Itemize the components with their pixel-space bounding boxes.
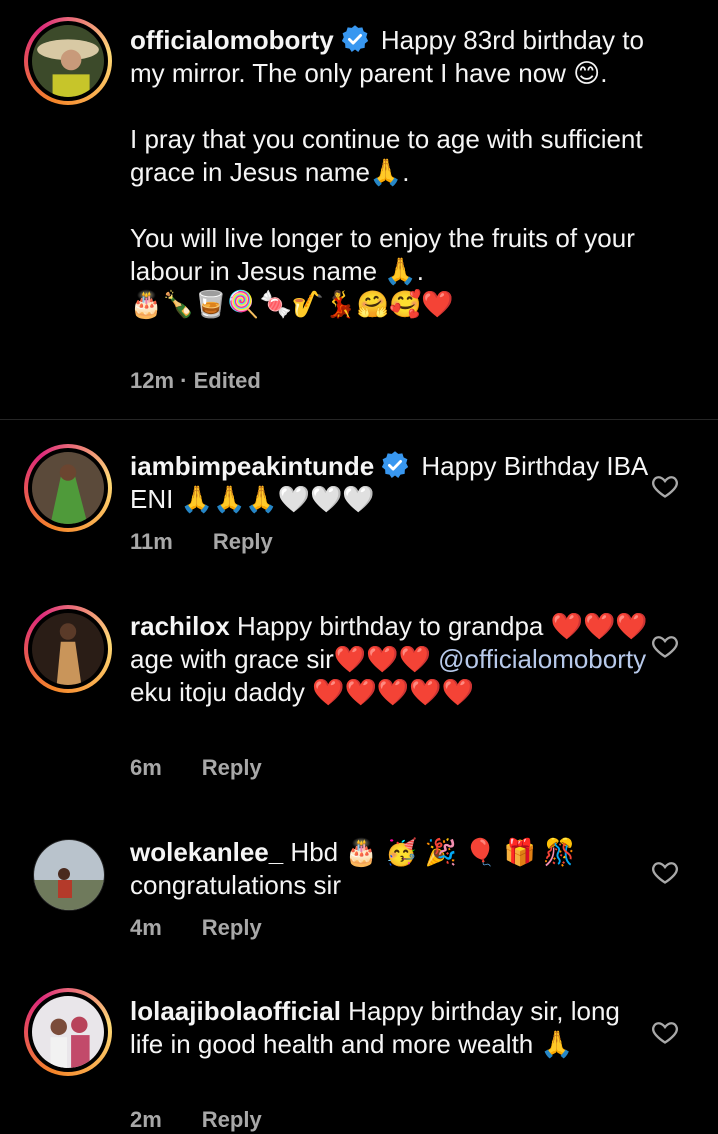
caption-line-2: I pray that you continue to age with suf… bbox=[130, 124, 650, 187]
comment-text: iambimpeakintunde Happy Birthday IBA ENI… bbox=[130, 450, 650, 516]
avatar-image bbox=[34, 840, 104, 910]
comment-meta: 2m Reply bbox=[130, 1106, 262, 1134]
caption-emoji-row: 🎂🍾🥃🍭🍬🎷💃🤗🥰❤️ bbox=[130, 289, 454, 319]
reply-button[interactable]: Reply bbox=[202, 1107, 262, 1132]
verified-badge-icon bbox=[341, 25, 368, 52]
comment-time: 4m bbox=[130, 915, 162, 940]
verified-badge-icon bbox=[382, 451, 409, 478]
avatar-image bbox=[32, 996, 104, 1068]
comment-text: wolekanlee_ Hbd 🎂 🥳 🎉 🎈 🎁 🎊 congratulati… bbox=[130, 836, 650, 902]
comment-meta: 6m Reply bbox=[130, 754, 262, 782]
heart-outline-icon[interactable] bbox=[651, 632, 679, 660]
reply-button[interactable]: Reply bbox=[213, 529, 273, 554]
comment-item: rachilox Happy birthday to grandpa ❤️❤️❤… bbox=[0, 580, 718, 816]
comment-item: iambimpeakintunde Happy Birthday IBA ENI… bbox=[0, 420, 718, 580]
heart-outline-icon[interactable] bbox=[651, 858, 679, 886]
heart-outline-icon[interactable] bbox=[651, 472, 679, 500]
avatar-image bbox=[32, 25, 104, 97]
comment-item: lolaajibolaofficial Happy birthday sir, … bbox=[0, 976, 718, 1132]
caption-text: officialomoborty Happy 83rd birthday to … bbox=[130, 24, 650, 321]
reply-button[interactable]: Reply bbox=[202, 755, 262, 780]
post-caption: officialomoborty Happy 83rd birthday to … bbox=[0, 0, 718, 419]
caption-meta: 12m · Edited bbox=[130, 368, 261, 393]
comment-username[interactable]: lolaajibolaofficial bbox=[130, 996, 341, 1026]
avatar-image bbox=[32, 613, 104, 685]
comment-username[interactable]: iambimpeakintunde bbox=[130, 451, 374, 481]
comment-username[interactable]: wolekanlee_ bbox=[130, 837, 283, 867]
caption-time: 12m bbox=[130, 368, 175, 393]
comment-avatar[interactable] bbox=[24, 444, 112, 532]
comment-meta: 4m Reply bbox=[130, 914, 262, 942]
comment-item: wolekanlee_ Hbd 🎂 🥳 🎉 🎈 🎁 🎊 congratulati… bbox=[0, 816, 718, 976]
comment-time: 6m bbox=[130, 755, 162, 780]
comment-text: rachilox Happy birthday to grandpa ❤️❤️❤… bbox=[130, 610, 650, 709]
mention-link[interactable]: @officialomoborty bbox=[438, 644, 646, 674]
reply-button[interactable]: Reply bbox=[202, 915, 262, 940]
caption-edited-label: Edited bbox=[193, 368, 261, 393]
caption-line-3: You will live longer to enjoy the fruits… bbox=[130, 223, 643, 286]
comment-time: 11m bbox=[130, 529, 173, 554]
heart-outline-icon[interactable] bbox=[651, 1018, 679, 1046]
comment-avatar[interactable] bbox=[24, 988, 112, 1076]
caption-avatar[interactable] bbox=[24, 17, 112, 105]
avatar-image bbox=[32, 452, 104, 524]
comment-avatar[interactable] bbox=[24, 605, 112, 693]
comment-username[interactable]: rachilox bbox=[130, 611, 230, 641]
comment-text: lolaajibolaofficial Happy birthday sir, … bbox=[130, 995, 650, 1061]
comment-avatar[interactable] bbox=[33, 839, 105, 911]
comment-meta: 11m Reply bbox=[130, 528, 273, 556]
caption-username[interactable]: officialomoborty bbox=[130, 25, 334, 55]
comment-time: 2m bbox=[130, 1107, 162, 1132]
